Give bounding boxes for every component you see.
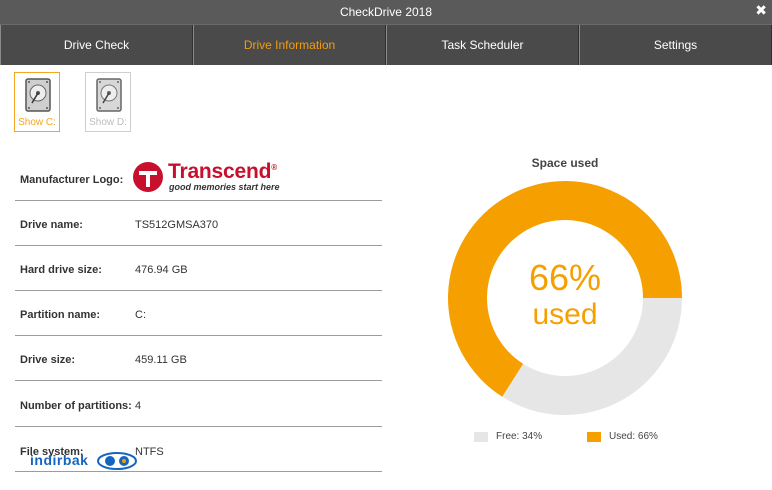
manufacturer-logo-label: Manufacturer Logo: [20,174,124,186]
legend-used-label: Used: 66% [609,431,658,442]
legend-free: Free: 34% [474,431,542,442]
drive-size-label: Drive size: [20,354,76,366]
show-d-button[interactable]: Show D: [85,72,131,132]
title-bar: CheckDrive 2018 ✖ [0,0,772,24]
info-row-partition-name: Partition name: C: [15,291,382,336]
tab-drive-check[interactable]: Drive Check [0,25,193,65]
window-title: CheckDrive 2018 [339,5,433,19]
legend-used-swatch [587,431,601,442]
space-used-donut-chart: 66% used [448,181,682,415]
hard-drive-size-value: 476.94 GB [135,264,188,276]
tab-bar: Drive Check Drive Information Task Sched… [0,24,772,65]
number-of-partitions-value: 4 [135,400,142,412]
logo-tagline: good memories start here [169,182,280,192]
tab-drive-information[interactable]: Drive Information [193,25,386,65]
center-label: used [532,298,597,331]
info-row-hard-drive-size: Hard drive size: 476.94 GB [15,246,382,291]
hard-drive-size-label: Hard drive size: [20,264,102,276]
drive-name-label: Drive name: [20,219,83,231]
drive-name-value: TS512GMSA370 [135,219,219,231]
show-d-label: Show D: [89,117,127,128]
legend-used: Used: 66% [587,431,658,442]
tab-settings[interactable]: Settings [579,25,772,65]
logo-brand: Transcend® [168,160,277,183]
close-icon[interactable]: ✖ [755,2,767,19]
transcend-logo-mark [133,162,163,192]
transcend-logo: Transcend® good memories start here [131,160,296,194]
show-c-label: Show C: [18,117,56,128]
legend-free-swatch [474,431,488,442]
watermark: indirbak [30,452,138,471]
hard-drive-icon [96,78,122,112]
info-row-drive-size: Drive size: 459.11 GB [15,336,382,381]
legend-free-label: Free: 34% [496,431,543,442]
hard-drive-icon [25,78,51,112]
file-system-value: NTFS [135,446,164,458]
watermark-text: indirbak [30,452,89,468]
partition-name-label: Partition name: [20,309,101,321]
info-row-number-of-partitions: Number of partitions: 4 [15,381,382,427]
chart-title: Space used [531,156,599,170]
number-of-partitions-label: Number of partitions: [20,400,132,412]
info-row-drive-name: Drive name: TS512GMSA370 [15,201,382,246]
drive-size-value: 459.11 GB [135,354,187,366]
center-value: 66% [529,257,601,298]
show-c-button[interactable]: Show C: [14,72,60,132]
tab-task-scheduler[interactable]: Task Scheduler [386,25,579,65]
partition-name-value: C: [135,309,146,321]
watermark-logo-icon [96,452,137,471]
